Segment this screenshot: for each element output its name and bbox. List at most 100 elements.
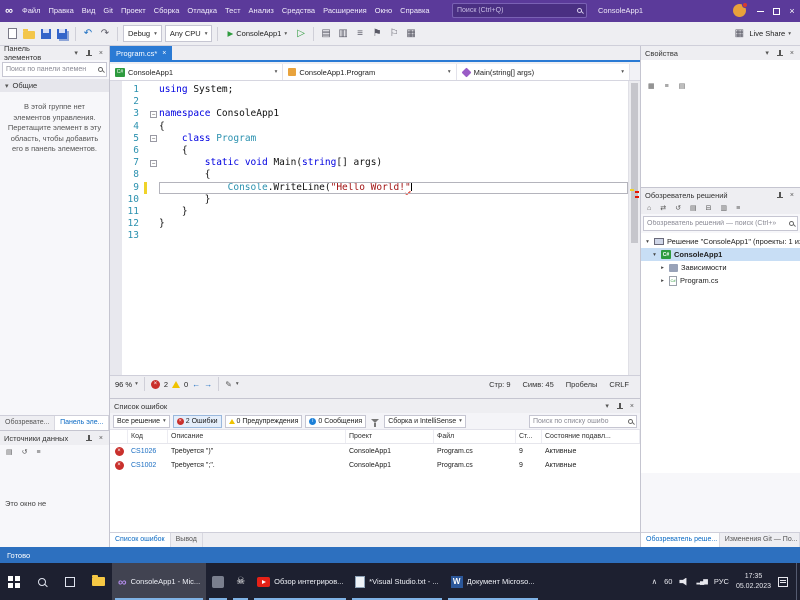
- scope-dropdown[interactable]: Все решение▾: [113, 415, 170, 428]
- code-text[interactable]: {: [159, 169, 628, 181]
- warnings-filter-button[interactable]: 0 Предупреждения: [225, 415, 303, 428]
- collapse-all-icon[interactable]: ⊟: [704, 204, 714, 212]
- taskbar-app-notepad[interactable]: *Visual Studio.txt - ...: [349, 563, 444, 600]
- solution-explorer-header[interactable]: Обозреватель решений ×: [641, 188, 800, 202]
- show-desktop-button[interactable]: [796, 563, 800, 600]
- error-count-icon[interactable]: ×: [151, 380, 160, 389]
- vs-logo-icon[interactable]: ∞: [0, 5, 18, 17]
- tree-item-dependencies[interactable]: ▸ Зависимости: [641, 261, 800, 274]
- code-line[interactable]: 1 using System;: [110, 84, 628, 96]
- pin-icon[interactable]: [613, 402, 626, 411]
- line-number[interactable]: 1: [122, 84, 144, 96]
- expander-icon[interactable]: ▾: [644, 239, 651, 245]
- fold-collapse-icon[interactable]: −: [150, 111, 157, 118]
- tab-git-changes[interactable]: Изменения Git — По...: [720, 533, 800, 547]
- close-icon[interactable]: ×: [162, 50, 166, 57]
- tree-item-programcs[interactable]: ▸ C# Program.cs: [641, 274, 800, 287]
- column-line[interactable]: Ст...: [516, 430, 542, 443]
- code-text[interactable]: {: [159, 145, 628, 157]
- line-number[interactable]: 8: [122, 169, 144, 181]
- start-without-debugging-button[interactable]: ▷: [294, 27, 308, 41]
- close-icon[interactable]: ×: [788, 50, 796, 57]
- code-line[interactable]: 7− static void Main(string[] args): [110, 157, 628, 169]
- maximize-button[interactable]: [768, 0, 784, 22]
- home-icon[interactable]: ⌂: [645, 204, 653, 212]
- configure-icon[interactable]: ≡: [35, 448, 43, 456]
- tab-solution-explorer[interactable]: Обозреватель реше...: [641, 533, 720, 547]
- tab-error-list[interactable]: Список ошибок: [110, 533, 171, 547]
- navigate-back-icon[interactable]: ←: [192, 380, 200, 389]
- line-number[interactable]: 10: [122, 194, 144, 206]
- expander-icon[interactable]: ▸: [659, 278, 666, 284]
- taskbar-app-unknown[interactable]: [206, 563, 230, 600]
- taskbar-app-skull[interactable]: ☠: [230, 563, 251, 600]
- code-line[interactable]: 9 Console.WriteLine("Hello World!": [110, 182, 628, 194]
- menu-item[interactable]: Средства: [278, 0, 319, 22]
- refresh-icon[interactable]: ↺: [673, 204, 683, 212]
- type-dropdown[interactable]: ConsoleApp1.Program ▾: [283, 64, 456, 80]
- expander-icon[interactable]: ▾: [651, 252, 658, 258]
- line-number[interactable]: 5: [122, 133, 144, 145]
- alphabetical-icon[interactable]: ≡: [663, 82, 671, 90]
- column-project[interactable]: Проект: [346, 430, 434, 443]
- code-text[interactable]: class Program: [159, 133, 628, 145]
- chevron-down-icon[interactable]: ▾: [603, 402, 611, 410]
- column-code[interactable]: Код: [128, 430, 168, 443]
- quick-search-input[interactable]: [457, 7, 575, 14]
- menu-item[interactable]: Тест: [221, 0, 245, 22]
- code-text[interactable]: Console.WriteLine("Hello World!": [159, 182, 628, 194]
- menu-item[interactable]: Расширения: [319, 0, 371, 22]
- show-all-files-icon[interactable]: ▤: [688, 204, 699, 212]
- split-window-button[interactable]: [630, 64, 640, 80]
- code-line[interactable]: 5− class Program: [110, 133, 628, 145]
- code-line[interactable]: 4{: [110, 121, 628, 133]
- start-debugging-button[interactable]: ▶ConsoleApp1▾: [223, 25, 291, 42]
- code-line[interactable]: 10 }: [110, 194, 628, 206]
- filter-button[interactable]: [369, 419, 381, 423]
- menu-item[interactable]: Сборка: [150, 0, 184, 22]
- menu-item[interactable]: Git: [99, 0, 117, 22]
- menu-item[interactable]: Файл: [18, 0, 44, 22]
- file-explorer-button[interactable]: [84, 563, 112, 600]
- vertical-scrollbar[interactable]: [628, 81, 640, 375]
- scrollbar-thumb[interactable]: [631, 83, 638, 243]
- taskbar-clock[interactable]: 17:35 05.02.2023: [736, 572, 771, 590]
- taskbar-app-visual-studio[interactable]: ∞ ConsoleApp1 - Mic...: [112, 563, 206, 600]
- fold-margin[interactable]: −: [148, 133, 159, 145]
- code-text[interactable]: using System;: [159, 84, 628, 96]
- account-avatar[interactable]: [733, 4, 746, 17]
- navigate-forward-icon[interactable]: →: [204, 380, 212, 389]
- member-dropdown[interactable]: Main(string[] args) ▾: [457, 64, 630, 80]
- line-number[interactable]: 6: [122, 145, 144, 157]
- volume-icon[interactable]: [679, 578, 689, 586]
- code-text[interactable]: }: [159, 218, 628, 230]
- task-view-button[interactable]: [56, 563, 84, 600]
- minimize-button[interactable]: [752, 0, 768, 22]
- line-number[interactable]: 2: [122, 96, 144, 108]
- undo-button[interactable]: ↶: [81, 27, 95, 41]
- fold-margin[interactable]: −: [148, 108, 159, 120]
- toolbox-section-general[interactable]: ▾ Общие: [0, 79, 109, 92]
- close-icon[interactable]: ×: [628, 403, 636, 410]
- source-dropdown[interactable]: Сборка и IntelliSense▾: [384, 415, 466, 428]
- redo-button[interactable]: ↷: [98, 27, 112, 41]
- code-editor[interactable]: 1using System;23−namespace ConsoleApp14{…: [110, 81, 640, 375]
- properties-icon[interactable]: ▥: [718, 204, 729, 212]
- data-sources-header[interactable]: Источники данных ×: [0, 431, 109, 445]
- fold-margin[interactable]: −: [148, 157, 159, 169]
- warning-count-icon[interactable]: [172, 381, 180, 388]
- line-number[interactable]: 4: [122, 121, 144, 133]
- chevron-down-icon[interactable]: ▾: [72, 49, 80, 57]
- line-number[interactable]: 12: [122, 218, 144, 230]
- bookmark-flag-outline-icon[interactable]: ⚐: [387, 27, 401, 41]
- error-list-header[interactable]: Список ошибок ▾ ×: [110, 399, 640, 413]
- pin-icon[interactable]: [82, 49, 95, 58]
- errorlist-search[interactable]: [529, 415, 637, 428]
- close-button[interactable]: ×: [784, 0, 800, 22]
- code-line[interactable]: 6 {: [110, 145, 628, 157]
- expander-icon[interactable]: ▸: [659, 265, 666, 271]
- toolbar-icon-grid2[interactable]: ▥: [336, 27, 350, 41]
- solution-explorer-search[interactable]: [643, 216, 798, 231]
- error-count[interactable]: 2: [164, 380, 168, 389]
- code-text[interactable]: namespace ConsoleApp1: [159, 108, 628, 120]
